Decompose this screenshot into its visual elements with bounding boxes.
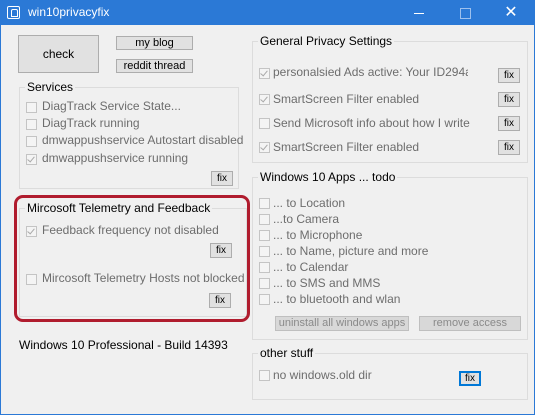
services-fix-button[interactable]: fix (211, 171, 233, 186)
personalized-ads-label: personalsied Ads active: Your ID294a9e4 (273, 65, 468, 79)
window-title: win10privacyfix (28, 5, 110, 19)
smartscreen-2-fix-button[interactable]: fix (498, 140, 520, 155)
app-calendar-label: ... to Calendar (273, 260, 349, 274)
privacy-title: General Privacy Settings (258, 34, 395, 48)
app-name-picture-label: ... to Name, picture and more (273, 244, 429, 258)
send-info-fix-button[interactable]: fix (498, 116, 520, 131)
diagtrack-state-checkbox[interactable] (26, 102, 37, 113)
app-bluetooth-checkbox[interactable] (259, 294, 270, 305)
smartscreen-2-checkbox[interactable] (259, 142, 270, 153)
close-icon: ✕ (504, 4, 518, 21)
personalized-ads-fix-button[interactable]: fix (498, 68, 520, 83)
windows-old-checkbox[interactable] (259, 370, 270, 381)
dmwappush-running-checkbox[interactable] (26, 154, 37, 165)
app-icon (7, 6, 20, 19)
personalized-ads-checkbox[interactable] (259, 68, 270, 79)
title-bar[interactable]: win10privacyfix ✕ (1, 1, 534, 25)
check-button[interactable]: check (18, 35, 99, 73)
app-bluetooth-label: ... to bluetooth and wlan (273, 292, 401, 306)
app-location-checkbox[interactable] (259, 198, 270, 209)
smartscreen-2-label: SmartScreen Filter enabled (273, 140, 420, 154)
app-camera-checkbox[interactable] (259, 214, 270, 225)
maximize-icon (460, 8, 471, 19)
windows-old-label: no windows.old dir (273, 368, 372, 382)
apps-title: Windows 10 Apps ... todo (258, 170, 398, 184)
services-title: Services (25, 80, 76, 94)
app-microphone-label: ... to Microphone (273, 228, 363, 242)
app-camera-label: ...to Camera (273, 212, 340, 226)
app-sms-label: ... to SMS and MMS (273, 276, 381, 290)
remove-access-button[interactable]: remove access (419, 316, 521, 331)
smartscreen-1-label: SmartScreen Filter enabled (273, 92, 420, 106)
maximize-button[interactable] (442, 1, 488, 25)
app-name-picture-checkbox[interactable] (259, 246, 270, 257)
diagtrack-running-label: DiagTrack running (42, 116, 140, 130)
dmwappush-running-label: dmwappushservice running (42, 151, 189, 165)
other-title: other stuff (258, 346, 316, 360)
app-sms-checkbox[interactable] (259, 278, 270, 289)
send-info-label: Send Microsoft info about how I write (273, 116, 470, 130)
smartscreen-1-fix-button[interactable]: fix (498, 92, 520, 107)
app-window: win10privacyfix ✕ check my blog reddit t… (0, 0, 535, 415)
minimize-button[interactable] (396, 1, 442, 25)
close-button[interactable]: ✕ (488, 1, 534, 25)
diagtrack-state-label: DiagTrack Service State... (42, 99, 181, 113)
diagtrack-running-checkbox[interactable] (26, 119, 37, 130)
dmwappush-autostart-checkbox[interactable] (26, 136, 37, 147)
minimize-icon (414, 13, 424, 14)
my-blog-button[interactable]: my blog (116, 36, 193, 50)
smartscreen-1-checkbox[interactable] (259, 94, 270, 105)
send-info-checkbox[interactable] (259, 118, 270, 129)
app-location-label: ... to Location (273, 196, 346, 210)
dmwappush-autostart-label: dmwappushservice Autostart disabled (42, 133, 244, 147)
app-microphone-checkbox[interactable] (259, 230, 270, 241)
windows-old-fix-button[interactable]: fix (459, 371, 481, 386)
reddit-thread-button[interactable]: reddit thread (116, 59, 193, 73)
highlight-annotation (14, 195, 250, 322)
app-calendar-checkbox[interactable] (259, 262, 270, 273)
build-info: Windows 10 Professional - Build 14393 (19, 338, 228, 352)
uninstall-apps-button[interactable]: uninstall all windows apps (275, 316, 409, 331)
